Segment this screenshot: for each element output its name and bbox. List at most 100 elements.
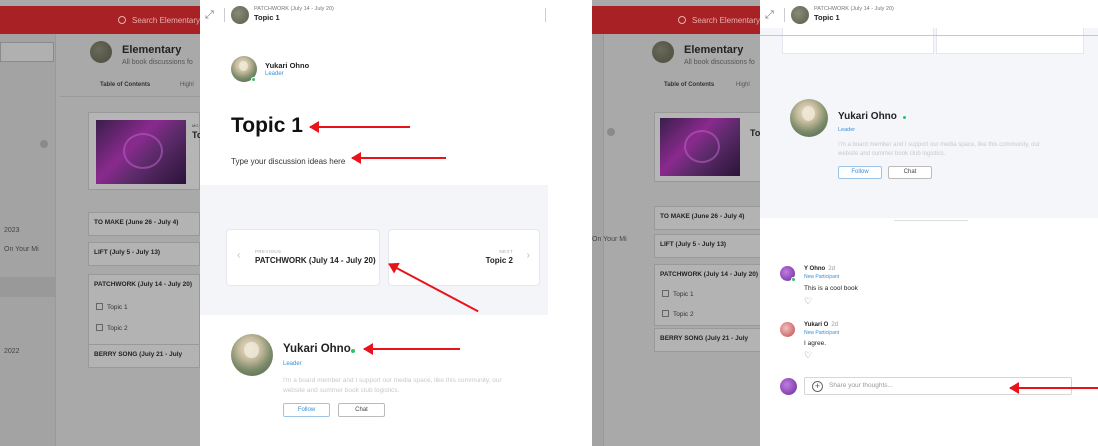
expand-icon[interactable]: ⤢ (765, 8, 779, 22)
subtopic-row[interactable]: Topic 1 (96, 303, 128, 311)
comment-time: 2d (828, 266, 835, 272)
group-logo (90, 41, 112, 63)
chat-button[interactable]: Chat (888, 166, 932, 179)
section-row[interactable]: TO MAKE (June 26 - July 4) (654, 206, 762, 230)
online-status-icon (351, 349, 355, 353)
follow-button[interactable]: Follow (283, 403, 330, 417)
scroll-indicator (760, 35, 1098, 36)
comment-author[interactable]: Y Ohno 2d (804, 266, 835, 272)
divider (224, 8, 225, 22)
topic-icon (96, 324, 103, 331)
chevron-left-icon: ‹ (237, 250, 241, 261)
section-row[interactable]: BERRY SONG (July 21 - July (88, 344, 200, 368)
drawer-title: Topic 1 (254, 13, 280, 22)
group-title: Elementary (122, 44, 182, 56)
book-cover (96, 120, 186, 184)
next-label: NEXT (499, 249, 513, 254)
book-cover (660, 118, 740, 176)
left-screenshot-panel: Search Elementary 2023 On Your Mi 2022 E… (0, 0, 548, 446)
book-label: To (750, 128, 761, 138)
previous-label: PREVIOUS (255, 249, 282, 254)
comment-role: New Participant (804, 330, 840, 336)
annotation-arrow (1009, 382, 1098, 394)
comment-text: I agree. (804, 340, 827, 347)
subtopic-row[interactable]: Topic 2 (662, 310, 694, 318)
drawer-title: Topic 1 (814, 13, 840, 22)
comment-time: 2d (831, 322, 839, 328)
profile-role: Leader (838, 127, 856, 133)
topic-drawer: ⤢ PATCHWORK (July 14 - July 20) Topic 1 … (760, 0, 1098, 446)
next-topic-card[interactable] (936, 28, 1084, 54)
author-role: Leader (265, 71, 284, 77)
topic-drawer: ⤢ PATCHWORK (July 14 - July 20) Topic 1 … (200, 0, 548, 446)
comment-text: This is a cool book (804, 285, 858, 292)
group-thumbnail (231, 6, 249, 24)
sidebar (0, 34, 56, 446)
profile-avatar[interactable] (231, 334, 273, 376)
group-subtitle: All book discussions fo (122, 59, 193, 66)
tab-table-of-contents[interactable]: Table of Contents (664, 82, 714, 88)
sidebar-dot-icon (40, 140, 48, 148)
previous-topic-card[interactable]: ‹ PREVIOUS PATCHWORK (July 14 - July 20) (227, 230, 379, 285)
divider (60, 96, 200, 97)
follow-button[interactable]: Follow (838, 166, 882, 179)
comment-avatar[interactable] (780, 322, 795, 337)
profile-role: Leader (283, 361, 302, 367)
heart-icon[interactable]: ♡ (804, 351, 812, 360)
tab-highlights[interactable]: Highl (180, 82, 194, 88)
previous-topic-card[interactable] (782, 28, 934, 54)
plus-icon[interactable]: + (812, 381, 823, 392)
group-title: Elementary (684, 44, 744, 56)
topic-title: Topic 1 (231, 114, 303, 137)
right-screenshot-panel: Search Elementary On Your Mi Elementary … (592, 0, 1098, 446)
chevron-right-icon: › (526, 250, 530, 261)
annotation-arrow (351, 152, 446, 164)
sidebar-input[interactable] (0, 42, 54, 62)
expand-icon[interactable]: ⤢ (205, 8, 219, 22)
online-status-icon (791, 277, 796, 282)
breadcrumb[interactable]: PATCHWORK (July 14 - July 20) (254, 6, 334, 12)
profile-avatar[interactable] (790, 99, 828, 137)
chat-button[interactable]: Chat (338, 403, 385, 417)
profile-bio: I'm a board member and I support our med… (838, 142, 1040, 157)
section-row[interactable]: LIFT (July 5 - July 13) (654, 234, 762, 258)
book-label-small: MO (192, 123, 199, 128)
search-bar[interactable]: Search Elementary (112, 12, 204, 30)
divider (784, 8, 785, 22)
online-status-icon (903, 116, 906, 119)
drawer-header: ⤢ PATCHWORK (July 14 - July 20) Topic 1 (760, 0, 1098, 28)
annotation-arrow (309, 121, 410, 133)
topic-icon (662, 310, 669, 317)
section-row[interactable]: TO MAKE (June 26 - July 4) (88, 212, 200, 236)
profile-name[interactable]: Yukari Ohno (283, 343, 351, 355)
tab-highlights[interactable]: Highl (736, 82, 750, 88)
profile-name[interactable]: Yukari Ohno (838, 111, 897, 122)
sidebar-item-on-your-mind[interactable]: On Your Mi (592, 236, 627, 243)
sidebar-item-selected[interactable] (0, 277, 56, 297)
author-name[interactable]: Yukari Ohno (265, 61, 309, 70)
reply-placeholder: Share your thoughts... (829, 382, 893, 389)
divider (894, 220, 968, 221)
profile-bio: I'm a board member and I support our med… (283, 377, 502, 394)
reply-input[interactable]: + Share your thoughts... (804, 377, 1072, 395)
heart-icon[interactable]: ♡ (804, 297, 812, 306)
section-row[interactable]: BERRY SONG (July 21 - July (654, 328, 762, 352)
sidebar-year: 2023 (4, 227, 20, 234)
subtopic-row[interactable]: Topic 1 (662, 290, 694, 298)
panel-gap (548, 0, 592, 446)
breadcrumb[interactable]: PATCHWORK (July 14 - July 20) (814, 6, 894, 12)
section-row[interactable]: LIFT (July 5 - July 13) (88, 242, 200, 266)
group-subtitle: All book discussions fo (684, 59, 755, 66)
group-logo (652, 41, 674, 63)
search-placeholder: Search Elementary (692, 16, 761, 25)
sidebar-item-on-your-mind[interactable]: On Your Mi (4, 246, 39, 253)
comment-author[interactable]: Yukari O 2d (804, 322, 838, 328)
search-bar[interactable]: Search Elementary (672, 12, 764, 30)
topic-description: Type your discussion ideas here (231, 157, 346, 166)
previous-topic-title: PATCHWORK (July 14 - July 20) (255, 256, 376, 265)
topic-navigation: ‹ PREVIOUS PATCHWORK (July 14 - July 20)… (200, 185, 548, 315)
sidebar-year: 2022 (4, 348, 20, 355)
subtopic-row[interactable]: Topic 2 (96, 324, 128, 332)
group-thumbnail (791, 6, 809, 24)
tab-table-of-contents[interactable]: Table of Contents (100, 82, 150, 88)
